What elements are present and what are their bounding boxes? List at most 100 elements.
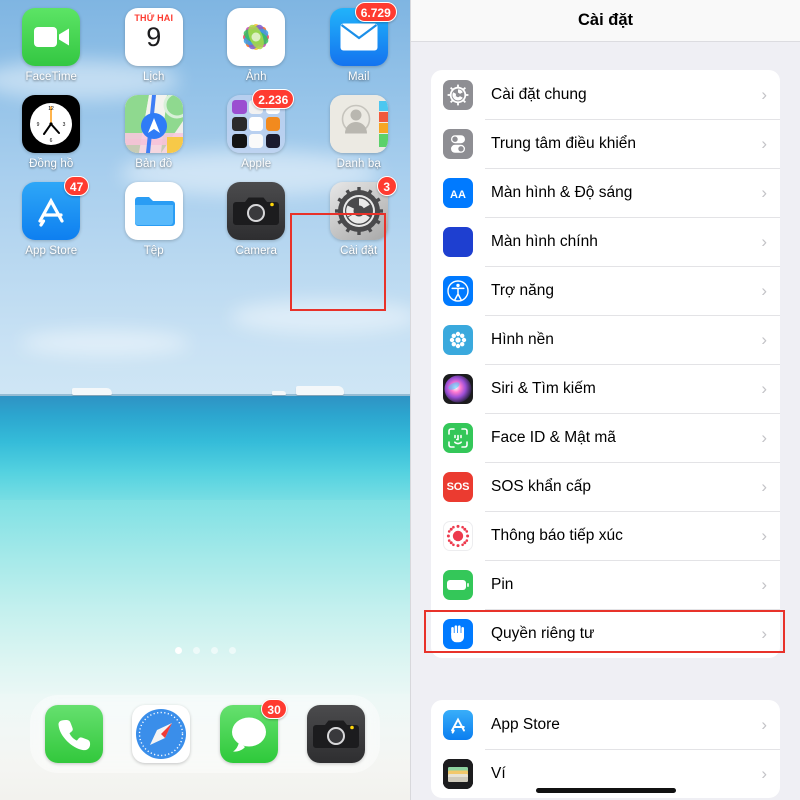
settings-row-label: Màn hình chính <box>491 232 598 250</box>
battery-icon <box>443 569 473 600</box>
app-files[interactable]: Tệp <box>103 182 206 257</box>
photos-icon[interactable] <box>227 8 286 66</box>
phone-icon[interactable] <box>44 705 103 763</box>
settings-row-app-store[interactable]: App Store › <box>431 700 780 749</box>
settings-row-privacy[interactable]: Quyền riêng tư › <box>431 609 780 658</box>
clock-icon[interactable]: 12 3 6 9 <box>22 95 81 153</box>
app-folder-apple[interactable]: 2.236 Apple <box>205 89 308 170</box>
app-label: Tệp <box>143 245 164 257</box>
chevron-right-icon: › <box>761 477 767 496</box>
app-label: Ảnh <box>245 71 267 83</box>
app-icon-grid: FaceTime THỨ HAI 9 Lịch Ảnh 6.729 Mail 1… <box>0 2 411 257</box>
app-clock[interactable]: 12 3 6 9 Đồng hồ <box>0 95 103 170</box>
appstore-icon <box>443 709 473 740</box>
settings-row-battery[interactable]: Pin › <box>431 560 780 609</box>
chevron-right-icon: › <box>761 624 767 643</box>
home-screen: FaceTime THỨ HAI 9 Lịch Ảnh 6.729 Mail 1… <box>0 0 410 800</box>
svg-text:12: 12 <box>48 106 54 112</box>
app-calendar[interactable]: THỨ HAI 9 Lịch <box>103 8 206 83</box>
settings-row-control-center[interactable]: Trung tâm điều khiển › <box>431 119 780 168</box>
chevron-right-icon: › <box>761 134 767 153</box>
settings-row-label: Cài đặt chung <box>491 85 587 103</box>
app-label: Bản đồ <box>135 158 173 170</box>
settings-row-emergency-sos[interactable]: SOS SOS khẩn cấp › <box>431 462 780 511</box>
faceid-icon <box>443 422 473 453</box>
dock-app-safari[interactable] <box>132 705 191 763</box>
app-label: App Store <box>25 245 78 257</box>
app-maps[interactable]: Bản đồ <box>103 95 206 170</box>
calendar-icon[interactable]: THỨ HAI 9 <box>124 8 183 66</box>
settings-row-wallpaper[interactable]: Hình nền › <box>431 315 780 364</box>
page-dots[interactable] <box>0 647 410 654</box>
settings-row-label: Siri & Tìm kiếm <box>491 379 596 397</box>
badge-count: 2.236 <box>252 89 295 109</box>
facetime-icon[interactable] <box>22 8 81 66</box>
contacts-icon[interactable] <box>329 95 388 153</box>
settings-row-home-screen[interactable]: Màn hình chính › <box>431 217 780 266</box>
safari-compass-icon[interactable] <box>132 705 191 763</box>
privacy-hand-icon <box>443 618 473 649</box>
settings-screen: Cài đặt Cài đặt chung › Trung tâm điều k… <box>410 0 800 800</box>
home-indicator[interactable] <box>535 788 676 793</box>
page-dot[interactable] <box>210 647 218 654</box>
page-dot[interactable] <box>228 647 236 654</box>
settings-row-siri-search[interactable]: Siri & Tìm kiếm › <box>431 364 780 413</box>
settings-row-exposure-notifications[interactable]: Thông báo tiếp xúc › <box>431 511 780 560</box>
chevron-right-icon: › <box>761 764 767 783</box>
maps-icon[interactable] <box>124 95 183 153</box>
app-label: Lịch <box>143 71 165 83</box>
badge-count: 47 <box>63 176 90 196</box>
boat-small <box>272 391 286 395</box>
control-center-icon <box>443 128 473 159</box>
settings-row-label: Trợ năng <box>491 281 555 299</box>
page-dot[interactable] <box>174 647 182 654</box>
badge-count: 3 <box>376 176 397 196</box>
settings-row-accessibility[interactable]: Trợ năng › <box>431 266 780 315</box>
files-icon[interactable] <box>124 182 183 240</box>
boat-left <box>72 388 112 395</box>
app-settings[interactable]: 3 Cài đặt <box>308 176 411 257</box>
badge-count: 6.729 <box>354 2 397 22</box>
app-appstore[interactable]: 47 App Store <box>0 176 103 257</box>
gear-icon <box>443 79 473 110</box>
settings-row-label: Pin <box>491 575 514 593</box>
svg-text:9: 9 <box>37 122 40 128</box>
settings-row-label: Quyền riêng tư <box>491 624 595 642</box>
screenshot-root: FaceTime THỨ HAI 9 Lịch Ảnh 6.729 Mail 1… <box>0 0 800 800</box>
wallet-icon <box>443 758 473 789</box>
accessibility-icon <box>443 275 473 306</box>
app-contacts[interactable]: Danh bạ <box>308 95 411 170</box>
settings-group-one: Cài đặt chung › Trung tâm điều khiển › A… <box>431 70 780 658</box>
svg-text:3: 3 <box>63 122 66 128</box>
settings-row-faceid-passcode[interactable]: Face ID & Mật mã › <box>431 413 780 462</box>
calendar-day: 9 <box>146 22 162 52</box>
app-camera[interactable]: Camera <box>205 182 308 257</box>
chevron-right-icon: › <box>761 85 767 104</box>
camera-icon[interactable] <box>227 182 286 240</box>
svg-text:AA: AA <box>450 189 466 201</box>
boat-right <box>296 386 344 395</box>
app-label: Cài đặt <box>340 245 378 257</box>
chevron-right-icon: › <box>761 379 767 398</box>
dock: 30 <box>30 695 380 773</box>
app-photos[interactable]: Ảnh <box>205 8 308 83</box>
chevron-right-icon: › <box>761 526 767 545</box>
settings-row-label: Trung tâm điều khiển <box>491 134 637 152</box>
camera-icon[interactable] <box>307 705 366 763</box>
app-label: Mail <box>348 71 370 83</box>
dock-app-messages[interactable]: 30 <box>219 699 287 763</box>
dock-app-camera[interactable] <box>307 705 366 763</box>
settings-row-general[interactable]: Cài đặt chung › <box>431 70 780 119</box>
dock-app-phone[interactable] <box>44 705 103 763</box>
settings-row-display-brightness[interactable]: AA Màn hình & Độ sáng › <box>431 168 780 217</box>
app-mail[interactable]: 6.729 Mail <box>308 2 411 83</box>
chevron-right-icon: › <box>761 330 767 349</box>
home-screen-icon <box>443 226 473 257</box>
page-dot[interactable] <box>192 647 200 654</box>
settings-group-two: App Store › Ví › <box>431 700 780 798</box>
chevron-right-icon: › <box>761 575 767 594</box>
chevron-right-icon: › <box>761 183 767 202</box>
badge-count: 30 <box>261 699 287 719</box>
app-facetime[interactable]: FaceTime <box>0 8 103 83</box>
navigation-bar: Cài đặt <box>411 0 800 42</box>
